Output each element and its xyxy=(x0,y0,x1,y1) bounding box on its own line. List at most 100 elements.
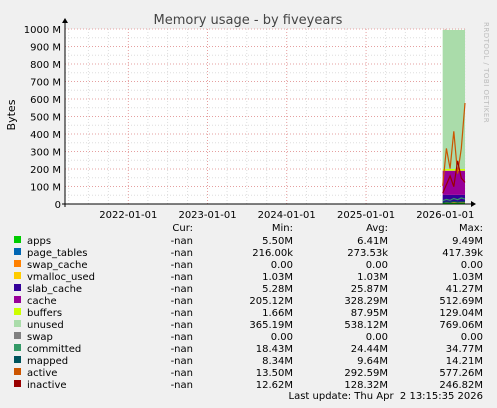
legend-value-min: 8.34M xyxy=(262,356,293,367)
legend-label-buffers: buffers xyxy=(27,308,62,319)
legend-value-avg: 25.87M xyxy=(351,284,388,295)
legend-value-avg: 0.00 xyxy=(366,332,388,343)
legend-value-max: 41.27M xyxy=(446,284,483,295)
legend-value-max: 769.06M xyxy=(439,320,483,331)
legend-value-max: 512.69M xyxy=(439,296,483,307)
legend-label-active: active xyxy=(27,368,57,379)
legend-label-swap: swap xyxy=(27,332,53,343)
legend-value-cur: -nan xyxy=(171,380,193,391)
legend-value-max: 14.21M xyxy=(446,356,483,367)
legend-swatch-swap xyxy=(14,332,21,339)
legend-value-min: 216.00k xyxy=(252,248,293,259)
legend-value-min: 1.66M xyxy=(262,308,293,319)
last-update: Last update: Thu Apr 2 13:15:35 2026 xyxy=(289,391,484,402)
rrdtool-watermark: RRDTOOL / TOBI OETIKER xyxy=(482,22,490,123)
legend-value-min: 12.62M xyxy=(256,380,293,391)
legend-value-cur: -nan xyxy=(171,296,193,307)
y-tick-label: 400 M xyxy=(30,130,61,141)
legend-value-avg: 1.03M xyxy=(357,272,388,283)
legend-value-min: 365.19M xyxy=(249,320,293,331)
legend-value-min: 5.50M xyxy=(262,236,293,247)
legend-value-avg: 328.29M xyxy=(344,296,388,307)
legend-swatch-mapped xyxy=(14,356,21,363)
legend-value-cur: -nan xyxy=(171,308,193,319)
legend-value-avg: 292.59M xyxy=(344,368,388,379)
y-tick-label: 0 xyxy=(55,200,61,211)
legend-value-cur: -nan xyxy=(171,272,193,283)
legend-swatch-committed xyxy=(14,344,21,351)
legend-value-min: 205.12M xyxy=(249,296,293,307)
legend-value-avg: 24.44M xyxy=(351,344,388,355)
legend-value-min: 13.50M xyxy=(256,368,293,379)
y-tick-label: 700 M xyxy=(30,78,61,89)
legend-value-max: 577.26M xyxy=(439,368,483,379)
legend-label-unused: unused xyxy=(27,320,64,331)
legend-label-apps: apps xyxy=(27,236,51,247)
legend-header-min: Min: xyxy=(272,223,293,234)
legend-value-max: 246.82M xyxy=(439,380,483,391)
legend-value-cur: -nan xyxy=(171,332,193,343)
x-tick-label: 2023-01-01 xyxy=(178,210,236,221)
legend-value-max: 1.03M xyxy=(452,272,483,283)
y-tick-label: 500 M xyxy=(30,113,61,124)
y-axis-arrow xyxy=(62,18,68,23)
y-tick-label: 200 M xyxy=(30,165,61,176)
legend-value-max: 417.39k xyxy=(442,248,483,259)
legend-value-cur: -nan xyxy=(171,284,193,295)
y-tick-label: 1000 M xyxy=(24,25,61,36)
chart-title: Memory usage - by fiveyears xyxy=(154,13,343,28)
y-axis-label: Bytes xyxy=(5,99,18,130)
y-tick-label: 100 M xyxy=(30,183,61,194)
legend-value-max: 34.77M xyxy=(446,344,483,355)
legend-value-min: 1.03M xyxy=(262,272,293,283)
legend-value-cur: -nan xyxy=(171,248,193,259)
y-tick-label: 800 M xyxy=(30,60,61,71)
legend-value-cur: -nan xyxy=(171,236,193,247)
legend-label-swap_cache: swap_cache xyxy=(27,260,87,271)
legend-value-min: 18.43M xyxy=(256,344,293,355)
legend-label-cache: cache xyxy=(27,296,57,307)
y-tick-label: 300 M xyxy=(30,148,61,159)
legend-value-avg: 0.00 xyxy=(366,260,388,271)
legend-value-cur: -nan xyxy=(171,356,193,367)
legend-swatch-active xyxy=(14,368,21,375)
legend: Cur: Min: Avg: Max: apps -nan 5.50M 6.41M 9.49M p… xyxy=(14,223,483,391)
legend-value-min: 0.00 xyxy=(271,260,293,271)
legend-value-avg: 128.32M xyxy=(344,380,388,391)
legend-value-cur: -nan xyxy=(171,320,193,331)
legend-value-avg: 9.64M xyxy=(357,356,388,367)
legend-swatch-page_tables xyxy=(14,248,21,255)
legend-value-max: 129.04M xyxy=(439,308,483,319)
legend-header-avg: Avg: xyxy=(366,223,388,234)
legend-swatch-inactive xyxy=(14,380,21,387)
x-tick-label: 2024-01-01 xyxy=(258,210,316,221)
legend-header-max: Max: xyxy=(459,223,483,234)
data-layer xyxy=(442,29,466,204)
legend-value-cur: -nan xyxy=(171,368,193,379)
x-tick-label: 2025-01-01 xyxy=(337,210,395,221)
legend-value-cur: -nan xyxy=(171,260,193,271)
legend-swatch-swap_cache xyxy=(14,260,21,267)
legend-label-mapped: mapped xyxy=(27,356,68,367)
legend-value-max: 0.00 xyxy=(461,260,483,271)
legend-swatch-buffers xyxy=(14,308,21,315)
y-tick-label: 600 M xyxy=(30,95,61,106)
legend-value-max: 0.00 xyxy=(461,332,483,343)
x-axis-arrow xyxy=(471,201,476,207)
legend-value-min: 0.00 xyxy=(271,332,293,343)
legend-value-avg: 87.95M xyxy=(351,308,388,319)
legend-swatch-vmalloc_used xyxy=(14,272,21,279)
legend-value-max: 9.49M xyxy=(452,236,483,247)
legend-label-vmalloc_used: vmalloc_used xyxy=(27,272,95,283)
y-tick-label: 900 M xyxy=(30,43,61,54)
legend-value-avg: 273.53k xyxy=(347,248,388,259)
legend-label-slab_cache: slab_cache xyxy=(27,284,82,295)
legend-swatch-slab_cache xyxy=(14,284,21,291)
legend-label-inactive: inactive xyxy=(27,380,67,391)
legend-swatch-unused xyxy=(14,320,21,327)
legend-value-cur: -nan xyxy=(171,344,193,355)
x-tick-label: 2026-01-01 xyxy=(416,210,474,221)
legend-value-min: 5.28M xyxy=(262,284,293,295)
legend-label-committed: committed xyxy=(27,344,81,355)
legend-swatch-cache xyxy=(14,296,21,303)
